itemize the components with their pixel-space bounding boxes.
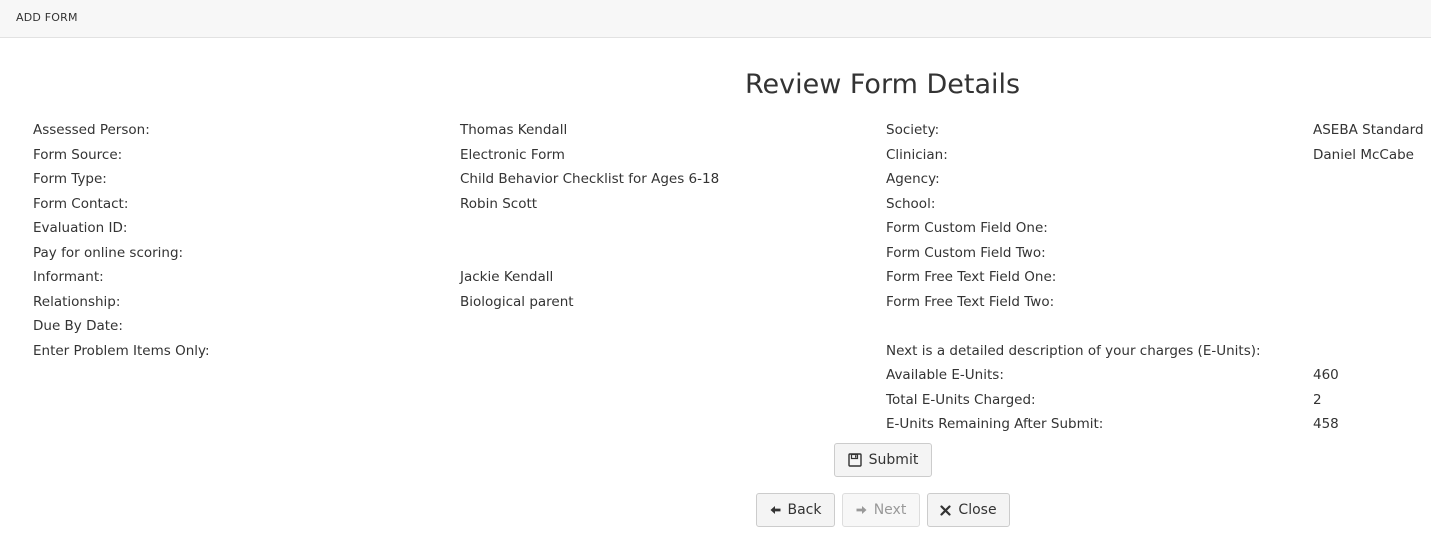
informant-label: Informant: (33, 269, 104, 285)
custom-field-two-label: Form Custom Field Two: (886, 244, 1046, 261)
available-eunits-value: 460 (1313, 367, 1339, 383)
clinician-label: Clinician: (886, 146, 948, 163)
form-contact-value: Robin Scott (460, 195, 538, 212)
available-eunits-label: Available E-Units: (886, 367, 1004, 383)
arrow-left-icon (770, 505, 781, 515)
form-source-label: Form Source: (33, 146, 123, 163)
due-by-date-label: Due By Date: (33, 318, 123, 334)
society-label: Society: (886, 122, 940, 138)
close-label: Close (958, 502, 997, 518)
assessed-person-value: Thomas Kendall (460, 122, 568, 138)
evaluation-id-label: Evaluation ID: (33, 220, 128, 236)
next-button[interactable]: Next (842, 493, 920, 527)
charges-intro: Next is a detailed description of your c… (886, 342, 1261, 359)
assessed-person-label: Assessed Person: (33, 122, 150, 138)
relationship-label: Relationship: (33, 293, 121, 310)
submit-button[interactable]: Submit (834, 443, 932, 477)
problem-items-only-label: Enter Problem Items Only: (33, 342, 210, 359)
close-button[interactable]: Close (927, 493, 1010, 527)
clinician-value: Daniel McCabe (1313, 146, 1414, 163)
form-contact-label: Form Contact: (33, 195, 129, 212)
custom-field-one-label: Form Custom Field One: (886, 220, 1048, 236)
close-icon (940, 504, 952, 516)
top-bar: ADD FORM (0, 0, 1431, 38)
agency-label: Agency: (886, 171, 940, 187)
free-text-field-two-label: Form Free Text Field Two: (886, 293, 1055, 310)
breadcrumb: ADD FORM (16, 11, 78, 24)
form-type-label: Form Type: (33, 171, 107, 187)
floppy-disk-icon (847, 453, 862, 467)
page-title: Review Form Details (744, 69, 1021, 100)
pay-online-scoring-label: Pay for online scoring: (33, 244, 184, 261)
school-label: School: (886, 195, 936, 212)
eunits-remaining-value: 458 (1313, 416, 1339, 432)
form-source-value: Electronic Form (460, 146, 565, 163)
back-label: Back (787, 502, 822, 518)
society-value: ASEBA Standard (1313, 122, 1424, 138)
total-eunits-charged-value: 2 (1313, 391, 1322, 408)
form-type-value: Child Behavior Checklist for Ages 6-18 (460, 171, 720, 187)
free-text-field-one-label: Form Free Text Field One: (886, 269, 1057, 285)
submit-label: Submit (868, 452, 919, 468)
next-label: Next (873, 502, 907, 518)
relationship-value: Biological parent (460, 293, 574, 310)
eunits-remaining-label: E-Units Remaining After Submit: (886, 416, 1104, 432)
informant-value: Jackie Kendall (460, 269, 554, 285)
arrow-right-icon (856, 505, 867, 515)
back-button[interactable]: Back (756, 493, 835, 527)
total-eunits-charged-label: Total E-Units Charged: (886, 391, 1036, 408)
